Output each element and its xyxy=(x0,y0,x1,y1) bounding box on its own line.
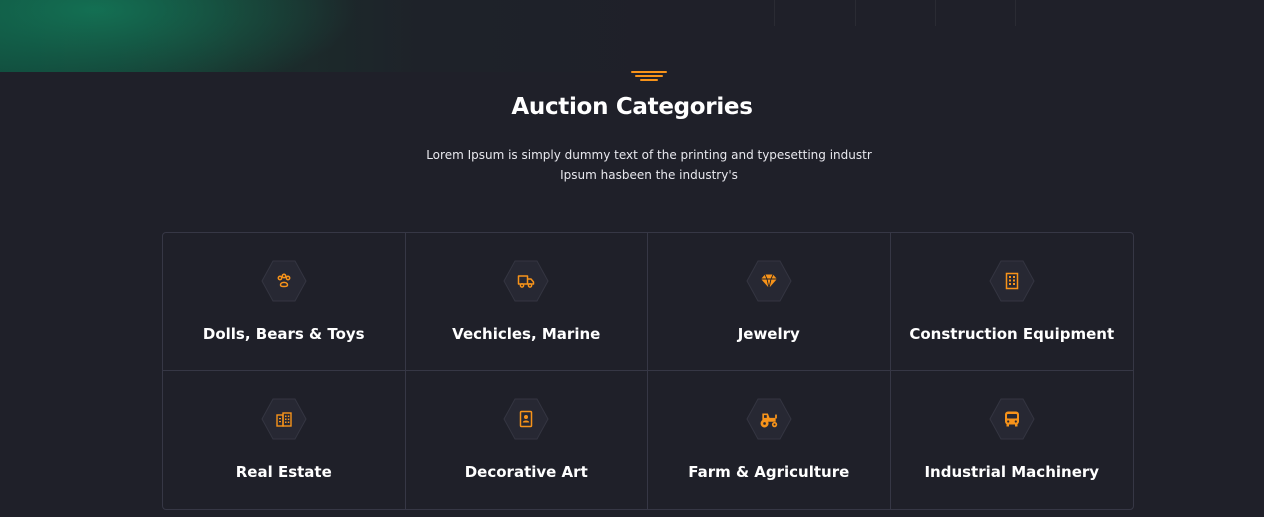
section-subtitle: Lorem Ipsum is simply dummy text of the … xyxy=(426,148,872,182)
portrait-icon xyxy=(520,410,533,428)
category-label: Vechicles, Marine xyxy=(452,325,601,343)
category-label: Jewelry xyxy=(737,325,800,343)
category-card-jewelry[interactable]: Jewelry xyxy=(648,233,891,371)
category-card-real-estate[interactable]: Real Estate xyxy=(163,371,406,509)
section-ornament-icon xyxy=(631,71,667,82)
bus-icon xyxy=(1004,411,1019,427)
category-label: Decorative Art xyxy=(464,463,588,481)
category-label: Construction Equipment xyxy=(909,325,1115,343)
category-grid: Dolls, Bears & Toys Vechicles, Marine Je… xyxy=(162,232,1134,510)
category-label: Industrial Machinery xyxy=(924,463,1100,481)
section-title: Auction Categories xyxy=(511,94,753,120)
city-icon xyxy=(276,412,292,427)
category-card-construction-equipment[interactable]: Construction Equipment xyxy=(890,233,1133,371)
building-icon xyxy=(1005,272,1018,290)
tractor-icon xyxy=(760,413,777,428)
category-card-industrial-machinery[interactable]: Industrial Machinery xyxy=(891,371,1134,509)
diamond-icon xyxy=(760,274,777,289)
category-card-dolls-bears-toys[interactable]: Dolls, Bears & Toys xyxy=(163,233,406,371)
category-card-vehicles-marine[interactable]: Vechicles, Marine xyxy=(405,233,648,371)
paw-icon xyxy=(277,273,291,288)
category-label: Dolls, Bears & Toys xyxy=(202,325,365,343)
category-label: Real Estate xyxy=(235,463,332,481)
category-label: Farm & Agriculture xyxy=(688,463,850,481)
truck-icon xyxy=(518,275,535,288)
hero-banner-bottom xyxy=(0,0,1264,72)
category-card-farm-agriculture[interactable]: Farm & Agriculture xyxy=(648,371,891,509)
category-card-decorative-art[interactable]: Decorative Art xyxy=(406,371,648,509)
